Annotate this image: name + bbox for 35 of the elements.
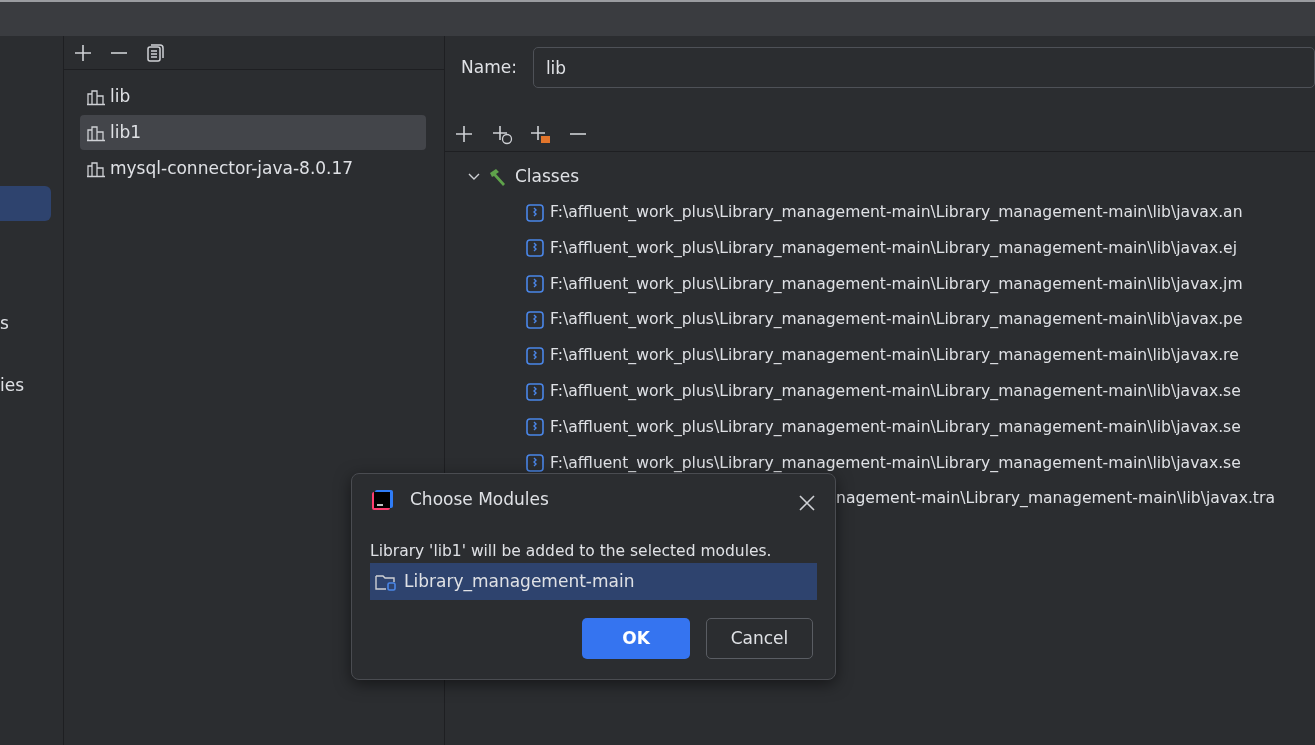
- class-path[interactable]: F:\affluent_work_plus\Library_management-main\Library_management-main\lib\javax.se: [550, 451, 1241, 475]
- jar-file-icon: [526, 239, 544, 258]
- jar-file-icon: [526, 382, 544, 401]
- name-label: Name:: [461, 55, 517, 79]
- library-item[interactable]: mysql-connector-java-8.0.17: [80, 151, 426, 186]
- module-item[interactable]: Library_management-main: [370, 563, 817, 601]
- jar-file-icon: [526, 275, 544, 294]
- class-path[interactable]: F:\affluent_work_plus\Library_management-main\Library_management-main\lib\javax.pe: [550, 308, 1243, 332]
- sidebar-item-label[interactable]: s: [0, 310, 9, 337]
- class-path[interactable]: F:\affluent_work_plus\Library_management-main\Library_management-main\lib\javax.ej: [550, 236, 1238, 261]
- library-icon: [86, 159, 106, 178]
- library-icon: [86, 123, 106, 142]
- copy-icon[interactable]: [144, 41, 166, 64]
- library-item[interactable]: lib: [80, 79, 426, 114]
- cancel-button[interactable]: Cancel: [706, 618, 813, 660]
- class-path[interactable]: nagement-main\Library_management-main\lib\javax.tra: [836, 487, 1275, 511]
- library-icon: [86, 87, 106, 106]
- sidebar-item-label[interactable]: ies: [0, 372, 25, 399]
- class-path[interactable]: F:\affluent_work_plus\Library_management-main\Library_management-main\lib\javax.re: [550, 344, 1239, 368]
- jar-file-icon: [526, 418, 544, 437]
- name-field[interactable]: lib: [532, 47, 1315, 88]
- app-logo-icon: [370, 488, 394, 512]
- dialog-message: Library 'lib1' will be added to the selected modules.: [370, 541, 773, 562]
- jar-file-icon: [526, 346, 544, 365]
- class-path[interactable]: F:\affluent_work_plus\Library_management-main\Library_management-main\lib\javax.se: [550, 415, 1241, 440]
- class-path[interactable]: F:\affluent_work_plus\Library_management-main\Library_management-main\lib\javax.an: [550, 201, 1243, 225]
- dialog-title: Choose Modules: [410, 488, 549, 512]
- jar-file-icon: [526, 454, 544, 473]
- ok-button[interactable]: OK: [582, 618, 690, 660]
- jar-file-icon: [526, 311, 544, 330]
- tree-node-label[interactable]: Classes: [515, 164, 580, 190]
- class-path[interactable]: F:\affluent_work_plus\Library_management-main\Library_management-main\lib\javax.jm: [550, 272, 1243, 296]
- class-path[interactable]: F:\affluent_work_plus\Library_management-main\Library_management-main\lib\javax.se: [550, 380, 1241, 404]
- jar-file-icon: [526, 203, 544, 222]
- library-item[interactable]: lib1: [80, 115, 426, 150]
